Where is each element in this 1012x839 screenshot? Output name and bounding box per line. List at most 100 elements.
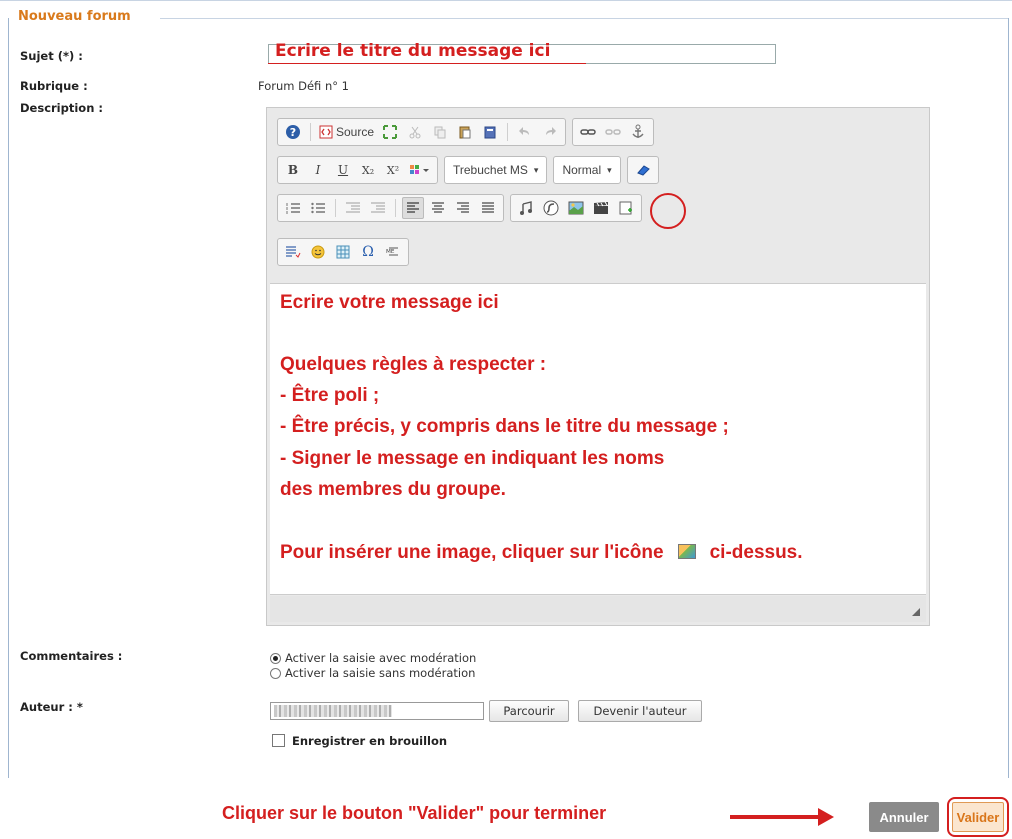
redo-button[interactable] <box>539 121 561 143</box>
help-button[interactable]: ? <box>282 121 304 143</box>
image-hint-before: Pour insérer une image, cliquer sur l'ic… <box>280 542 664 563</box>
help-icon: ? <box>286 125 300 139</box>
editor-line-3: - Être poli ; <box>280 385 380 406</box>
chevron-down-icon: ▾ <box>533 164 539 175</box>
browse-button[interactable]: Parcourir <box>489 700 569 722</box>
align-center-button[interactable] <box>427 197 449 219</box>
fieldset-legend: Nouveau forum <box>18 9 131 24</box>
link-icon <box>580 129 596 135</box>
table-icon <box>336 245 350 259</box>
cut-icon <box>409 126 421 139</box>
toolbar-group-document: ? Source <box>277 118 567 146</box>
undo-button[interactable] <box>514 121 536 143</box>
remove-format-button[interactable] <box>632 159 654 181</box>
radio-button[interactable] <box>270 652 281 664</box>
font-family-select[interactable]: Trebuchet MS ▾ <box>444 156 548 184</box>
equation-button[interactable]: ᴹᴱ <box>382 241 404 263</box>
cut-button[interactable] <box>404 121 426 143</box>
paste-button[interactable] <box>454 121 476 143</box>
maximize-button[interactable] <box>379 121 401 143</box>
source-button[interactable]: Source <box>317 121 376 143</box>
equation-icon: ᴹᴱ <box>386 247 398 259</box>
toolbar-row-3 <box>277 194 642 224</box>
align-right-button[interactable] <box>452 197 474 219</box>
top-border <box>0 0 1012 1</box>
editor-line-4: - Être précis, y compris dans le titre d… <box>280 416 729 437</box>
subject-input[interactable]: Ecrire le titre du message ici <box>268 41 776 64</box>
font-family-value: Trebuchet MS <box>453 163 528 177</box>
author-label: Auteur : * <box>20 700 83 714</box>
svg-text:ᴹᴱ: ᴹᴱ <box>386 249 395 259</box>
copy-button[interactable] <box>429 121 451 143</box>
description-label: Description : <box>20 101 103 115</box>
unlink-icon <box>605 129 621 135</box>
justify-icon <box>482 202 494 213</box>
smiley-icon <box>311 245 325 259</box>
toolbar-group-basic-styles: B I U X₂ X² <box>277 156 438 184</box>
subscript-button[interactable]: X₂ <box>357 159 379 181</box>
comments-option-unmoderated[interactable]: Activer la saisie sans modération <box>270 666 475 680</box>
insert-image-button[interactable] <box>565 197 587 219</box>
film-clapper-icon <box>594 201 608 214</box>
maximize-icon <box>383 125 398 139</box>
editor-content-area[interactable]: Ecrire votre message ici Quelques règles… <box>270 283 926 595</box>
resize-grip-icon[interactable] <box>912 608 920 616</box>
become-author-button[interactable]: Devenir l'auteur <box>578 700 702 722</box>
comments-label: Commentaires : <box>20 649 123 663</box>
new-document-icon <box>619 201 632 215</box>
toolbar-group-misc: Ω ᴹᴱ <box>277 238 409 266</box>
align-left-button[interactable] <box>402 197 424 219</box>
rubrique-value: Forum Défi n° 1 <box>258 79 349 93</box>
editor-line-1: Ecrire votre message ici <box>280 292 499 313</box>
paste-word-button[interactable] <box>479 121 501 143</box>
link-button[interactable] <box>577 121 599 143</box>
eraser-icon <box>636 165 650 176</box>
redo-icon <box>546 127 557 135</box>
cancel-button[interactable]: Annuler <box>869 802 939 832</box>
format-select[interactable]: Normal ▾ <box>553 156 621 184</box>
author-input[interactable] <box>270 702 484 720</box>
spellcheck-button[interactable] <box>282 241 304 263</box>
flash-button[interactable] <box>540 197 562 219</box>
bullet-list-button[interactable] <box>307 197 329 219</box>
unlink-button[interactable] <box>602 121 624 143</box>
outdent-button[interactable] <box>342 197 364 219</box>
justify-button[interactable] <box>477 197 499 219</box>
paste-word-icon <box>484 126 496 139</box>
indent-button[interactable] <box>367 197 389 219</box>
radio-button[interactable] <box>270 667 281 679</box>
rich-text-editor: ? Source B I U X₂ X² Trebuchet MS ▾ Norm… <box>266 107 930 626</box>
image-button-highlight <box>650 193 686 229</box>
toolbar-group-insert <box>510 194 642 222</box>
toolbar-separator <box>310 123 311 141</box>
align-right-icon <box>457 202 469 213</box>
table-button[interactable] <box>332 241 354 263</box>
subject-underline <box>268 63 586 64</box>
video-button[interactable] <box>590 197 612 219</box>
toolbar-separator <box>335 199 336 217</box>
underline-button[interactable]: U <box>332 159 354 181</box>
copy-icon <box>434 126 446 139</box>
numbered-list-icon <box>286 203 300 214</box>
draft-checkbox[interactable] <box>272 734 285 747</box>
toolbar-separator <box>395 199 396 217</box>
anchor-button[interactable] <box>627 121 649 143</box>
insert-template-button[interactable] <box>615 197 637 219</box>
arrow-head-icon <box>818 808 834 826</box>
submit-instruction: Cliquer sur le bouton "Valider" pour ter… <box>222 803 607 823</box>
fieldset-border-right <box>1008 18 1009 778</box>
text-color-button[interactable] <box>407 159 433 181</box>
toolbar-row-4: Ω ᴹᴱ <box>277 238 409 268</box>
audio-button[interactable] <box>515 197 537 219</box>
submit-button[interactable]: Valider <box>952 802 1004 832</box>
numbered-list-button[interactable] <box>282 197 304 219</box>
bold-button[interactable]: B <box>282 159 304 181</box>
flash-icon <box>543 200 559 216</box>
bullet-list-icon <box>311 202 325 214</box>
comments-option-moderated[interactable]: Activer la saisie avec modération <box>270 651 476 665</box>
special-char-button[interactable]: Ω <box>357 241 379 263</box>
smiley-button[interactable] <box>307 241 329 263</box>
italic-button[interactable]: I <box>307 159 329 181</box>
superscript-button[interactable]: X² <box>382 159 404 181</box>
image-icon <box>677 544 696 559</box>
